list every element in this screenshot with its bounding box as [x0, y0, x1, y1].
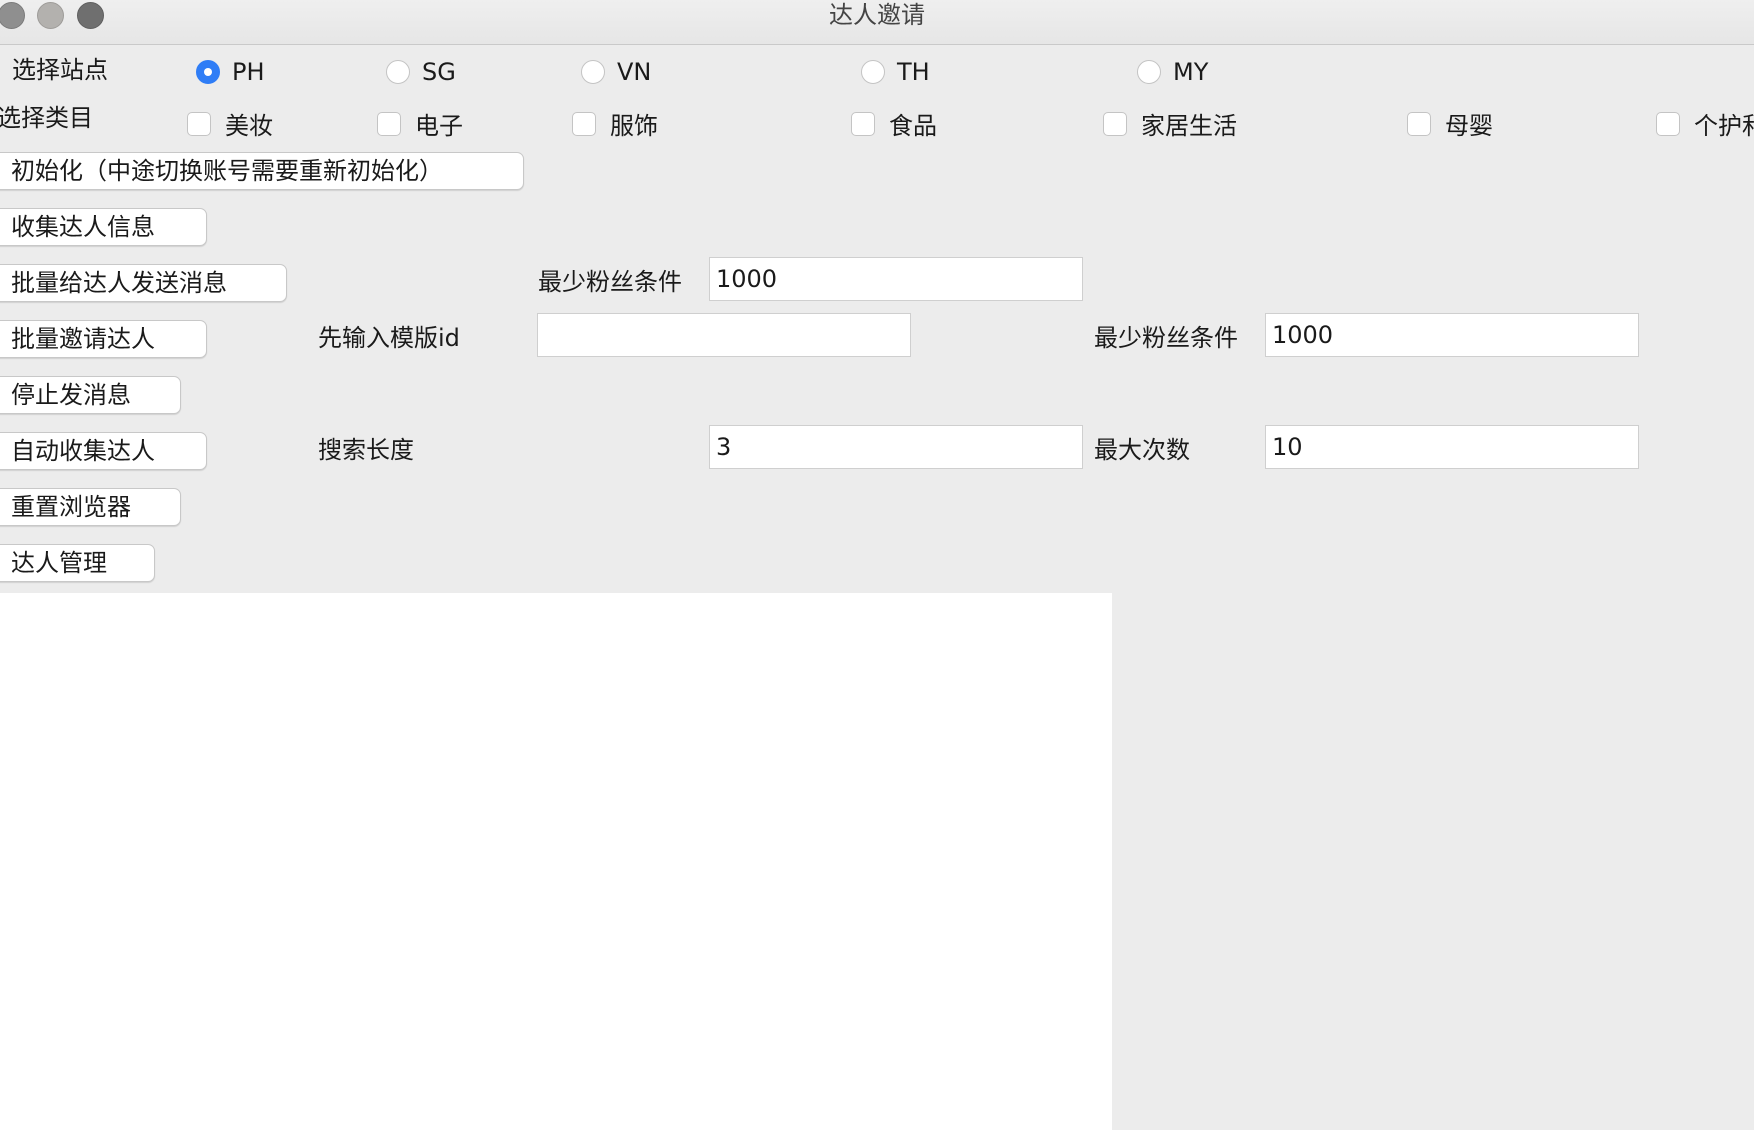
category-option-label: 美妆 [225, 112, 273, 140]
max-count-input[interactable] [1265, 425, 1639, 469]
radio-empty-icon [861, 60, 885, 84]
template-id-label: 先输入模版id [318, 324, 460, 352]
site-option-label: PH [232, 58, 265, 86]
checkbox-icon [1656, 111, 1680, 136]
radio-empty-icon [1137, 60, 1161, 84]
window-title: 达人邀请 [829, 1, 925, 29]
radio-empty-icon [386, 60, 410, 84]
reset-browser-button[interactable]: 重置浏览器 [0, 488, 181, 526]
checkbox-icon [377, 111, 401, 136]
category-checkbox-personal-care[interactable]: 个护和 [1656, 106, 1754, 141]
batch-invite-button[interactable]: 批量邀请达人 [0, 320, 207, 358]
site-radio-vn[interactable]: VN [581, 58, 651, 86]
output-area [0, 593, 1112, 1130]
max-count-label: 最大次数 [1094, 436, 1190, 464]
site-option-label: SG [422, 58, 456, 86]
search-length-input[interactable] [709, 425, 1083, 469]
invite-min-fans-input[interactable] [1265, 313, 1639, 357]
title-bar: 达人邀请 [0, 0, 1754, 45]
site-radio-group: PH SG VN TH MY [0, 54, 1754, 94]
app-window: 达人邀请 选择站点 PH SG VN TH MY 选择类目 美妆 电子 服饰 食… [0, 0, 1754, 1130]
category-option-label: 母婴 [1445, 112, 1493, 140]
auto-collect-button[interactable]: 自动收集达人 [0, 432, 207, 470]
collect-influencers-button[interactable]: 收集达人信息 [0, 208, 207, 246]
message-min-fans-label: 最少粉丝条件 [538, 268, 682, 296]
category-option-label: 个护和 [1694, 112, 1754, 140]
init-button[interactable]: 初始化（中途切换账号需要重新初始化） [0, 152, 524, 190]
category-option-label: 家居生活 [1141, 112, 1237, 140]
category-checkbox-home[interactable]: 家居生活 [1103, 106, 1237, 141]
category-checkbox-apparel[interactable]: 服饰 [572, 106, 658, 141]
category-checkbox-food[interactable]: 食品 [851, 106, 937, 141]
radio-empty-icon [581, 60, 605, 84]
stop-message-button[interactable]: 停止发消息 [0, 376, 181, 414]
site-radio-th[interactable]: TH [861, 58, 930, 86]
influencer-management-button[interactable]: 达人管理 [0, 544, 155, 582]
checkbox-icon [851, 111, 875, 136]
category-option-label: 电子 [415, 112, 463, 140]
message-min-fans-input[interactable] [709, 257, 1083, 301]
batch-message-button[interactable]: 批量给达人发送消息 [0, 264, 287, 302]
radio-selected-icon [196, 60, 220, 84]
category-checkbox-group: 美妆 电子 服饰 食品 家居生活 母婴 个护和 [0, 102, 1754, 142]
checkbox-icon [1103, 111, 1127, 136]
checkbox-icon [572, 111, 596, 136]
checkbox-icon [1407, 111, 1431, 136]
site-radio-ph[interactable]: PH [196, 58, 265, 86]
site-option-label: MY [1173, 58, 1209, 86]
site-radio-sg[interactable]: SG [386, 58, 456, 86]
site-option-label: TH [897, 58, 930, 86]
category-checkbox-baby[interactable]: 母婴 [1407, 106, 1493, 141]
site-radio-my[interactable]: MY [1137, 58, 1208, 86]
search-length-label: 搜索长度 [318, 436, 414, 464]
category-checkbox-beauty[interactable]: 美妆 [187, 106, 273, 141]
invite-min-fans-label: 最少粉丝条件 [1094, 324, 1238, 352]
category-option-label: 食品 [889, 112, 937, 140]
category-checkbox-electronics[interactable]: 电子 [377, 106, 463, 141]
site-option-label: VN [617, 58, 652, 86]
checkbox-icon [187, 111, 211, 136]
template-id-input[interactable] [537, 313, 911, 357]
category-option-label: 服饰 [610, 112, 658, 140]
